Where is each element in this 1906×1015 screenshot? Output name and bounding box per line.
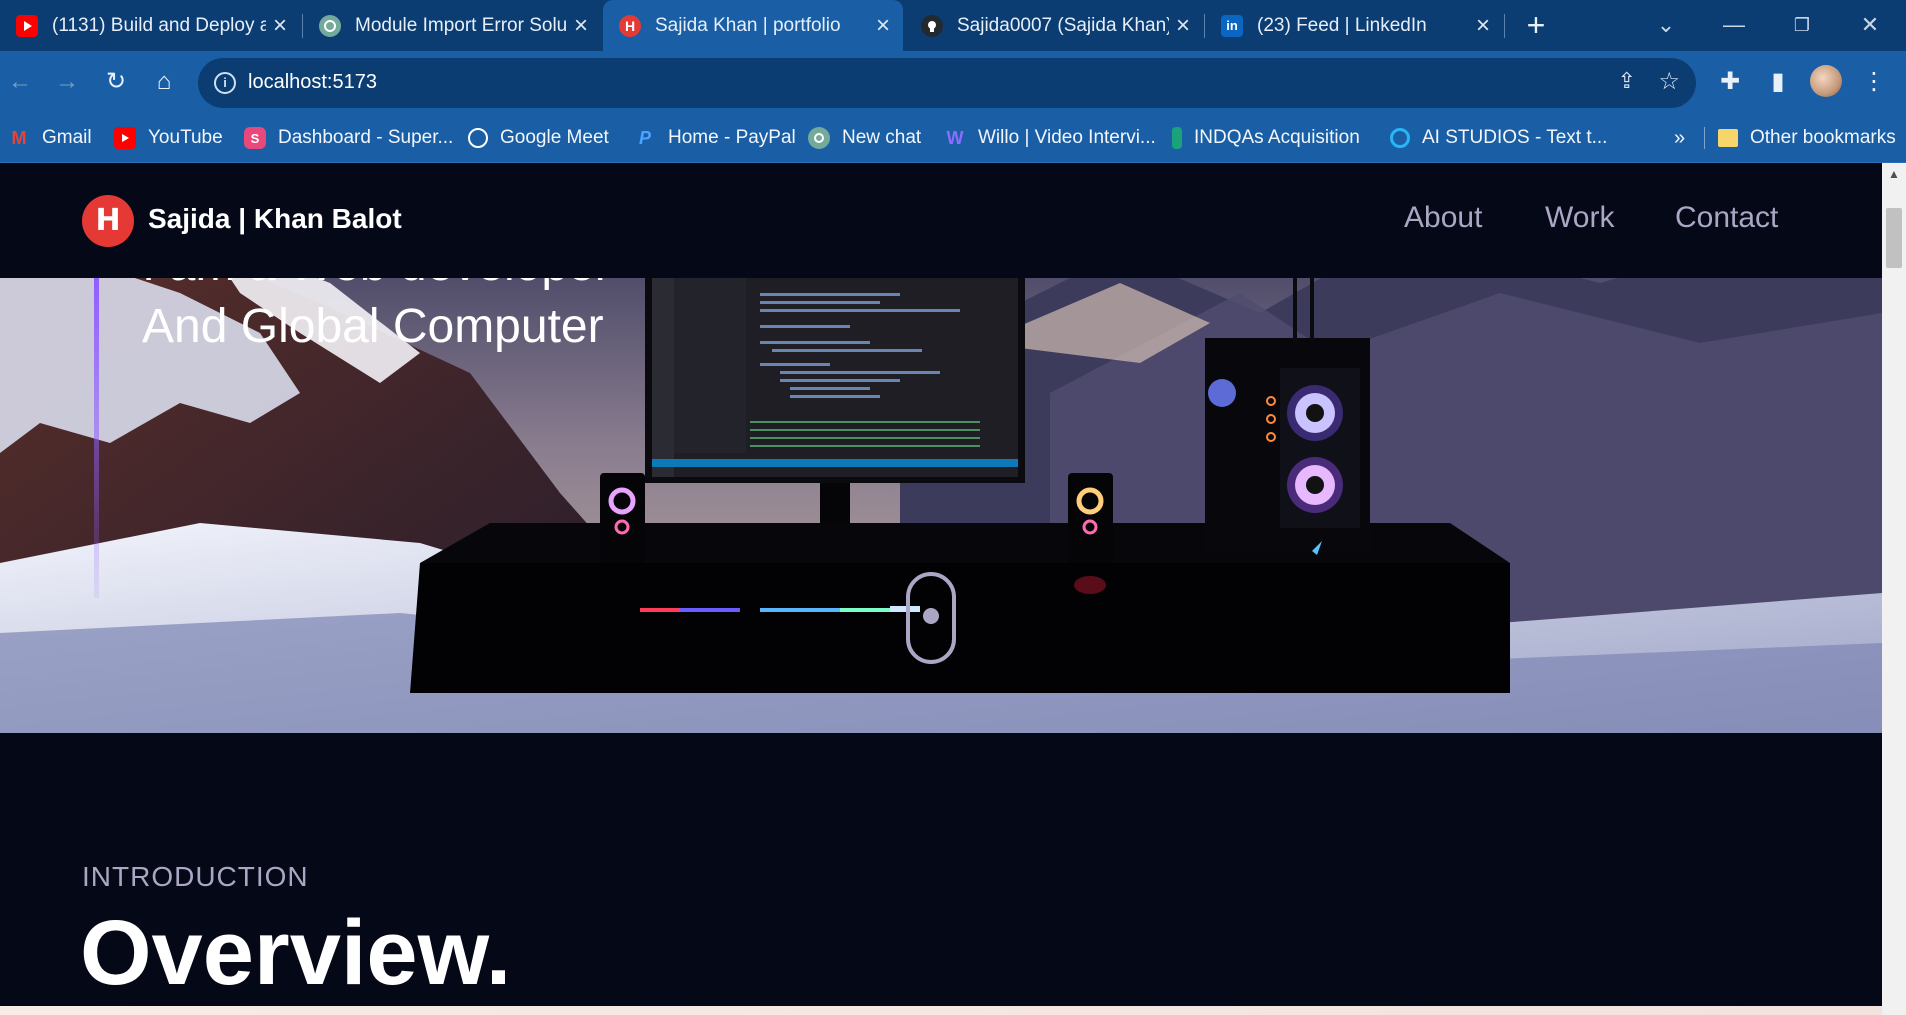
page-viewport: I am a Web developer And Global Computer [0, 163, 1882, 1015]
new-tab-button[interactable]: + [1516, 8, 1556, 42]
bookmark-dashboard[interactable]: S Dashboard - Super... [244, 125, 453, 151]
tab-youtube[interactable]: (1131) Build and Deploy a × [0, 0, 300, 51]
chatgpt-icon [319, 14, 341, 37]
tab-strip: (1131) Build and Deploy a × Module Impor… [0, 0, 1906, 51]
page-scrollbar[interactable]: ▲ [1882, 163, 1906, 1015]
close-window-icon[interactable]: ✕ [1850, 8, 1890, 42]
site-logo[interactable]: H [82, 195, 134, 247]
youtube-icon [16, 14, 38, 37]
tab-separator [1504, 14, 1505, 38]
tab-github[interactable]: Sajida0007 (Sajida Khan) × [905, 0, 1203, 51]
chatgpt-icon [808, 127, 830, 149]
hero-section: I am a Web developer And Global Computer [0, 163, 1882, 733]
bookmark-indqas[interactable]: INDQAs Acquisition [1172, 125, 1360, 151]
bookmark-new-chat[interactable]: New chat [808, 125, 921, 151]
gmail-icon: M [11, 127, 27, 148]
side-panel-icon[interactable]: ▮ [1760, 64, 1796, 100]
close-icon[interactable]: × [266, 12, 294, 40]
site-info-icon[interactable]: i [214, 72, 236, 94]
indqas-icon [1172, 127, 1182, 149]
share-icon[interactable]: ⇪ [1618, 68, 1636, 94]
address-input[interactable]: localhost:5173 [248, 71, 377, 94]
bookmark-star-icon[interactable]: ☆ [1658, 67, 1680, 96]
close-icon[interactable]: × [869, 12, 897, 40]
willo-icon: W [946, 127, 964, 148]
github-icon [921, 14, 943, 37]
extensions-icon[interactable]: ✚ [1712, 64, 1748, 100]
bookmarks-divider [1704, 127, 1705, 149]
portfolio-icon: H [619, 14, 641, 37]
bookmark-gmail[interactable]: M Gmail [8, 125, 92, 151]
profile-avatar[interactable] [1810, 65, 1842, 97]
close-icon[interactable]: × [1469, 12, 1497, 40]
globe-icon [468, 128, 488, 148]
bookmarks-overflow-button[interactable]: » [1674, 125, 1685, 151]
nav-work[interactable]: Work [1545, 201, 1614, 235]
linkedin-icon: in [1221, 14, 1243, 37]
paypal-icon: P [638, 127, 651, 148]
folder-icon [1718, 129, 1738, 147]
nav-about[interactable]: About [1404, 201, 1482, 235]
intro-heading: Overview. [80, 902, 512, 1004]
youtube-icon [114, 127, 136, 149]
desktop-3d-model [410, 273, 1510, 693]
bookmark-paypal[interactable]: P Home - PayPal [634, 125, 796, 151]
other-bookmarks[interactable]: Other bookmarks [1718, 125, 1896, 151]
aistudios-icon [1390, 128, 1410, 148]
dashboard-icon: S [244, 127, 266, 149]
bookmark-willo[interactable]: W Willo | Video Intervi... [944, 125, 1156, 151]
tab-portfolio[interactable]: H Sajida Khan | portfolio × [603, 0, 903, 51]
home-icon[interactable]: ⌂ [146, 64, 182, 100]
bottom-edge [0, 1006, 1882, 1015]
close-icon[interactable]: × [1169, 12, 1197, 40]
bookmark-ai-studios[interactable]: AI STUDIOS - Text t... [1390, 125, 1607, 151]
address-bar[interactable]: i localhost:5173 ⇪ ☆ [198, 58, 1696, 108]
close-icon[interactable]: × [567, 12, 595, 40]
forward-icon[interactable]: → [49, 64, 85, 100]
brand-name[interactable]: Sajida | Khan Balot [148, 203, 402, 235]
bookmarks-bar: M Gmail YouTube S Dashboard - Super... G… [0, 113, 1906, 163]
tab-linkedin[interactable]: in (23) Feed | LinkedIn × [1205, 0, 1503, 51]
toolbar: ← → ↻ ⌂ i localhost:5173 ⇪ ☆ ✚ ▮ ⋮ [0, 51, 1906, 113]
intro-subtitle: INTRODUCTION [82, 861, 309, 892]
minimize-icon[interactable]: — [1714, 8, 1754, 42]
tab-search-icon[interactable]: ⌄ [1646, 8, 1686, 42]
bookmark-youtube[interactable]: YouTube [114, 125, 223, 151]
menu-icon[interactable]: ⋮ [1856, 64, 1892, 100]
bookmark-google-meet[interactable]: Google Meet [468, 125, 609, 151]
scrollbar-thumb[interactable] [1886, 208, 1902, 268]
back-icon[interactable]: ← [2, 64, 38, 100]
reload-icon[interactable]: ↻ [98, 64, 134, 100]
site-navbar: H Sajida | Khan Balot About Work Contact [0, 163, 1882, 278]
scroll-up-icon[interactable]: ▲ [1888, 167, 1900, 181]
nav-contact[interactable]: Contact [1675, 201, 1778, 235]
restore-icon[interactable]: ❐ [1782, 8, 1822, 42]
tab-chatgpt[interactable]: Module Import Error Solu × [303, 0, 601, 51]
scroll-dot [923, 608, 939, 624]
scroll-down-indicator[interactable] [906, 572, 956, 664]
hero-accent-line [94, 278, 99, 598]
